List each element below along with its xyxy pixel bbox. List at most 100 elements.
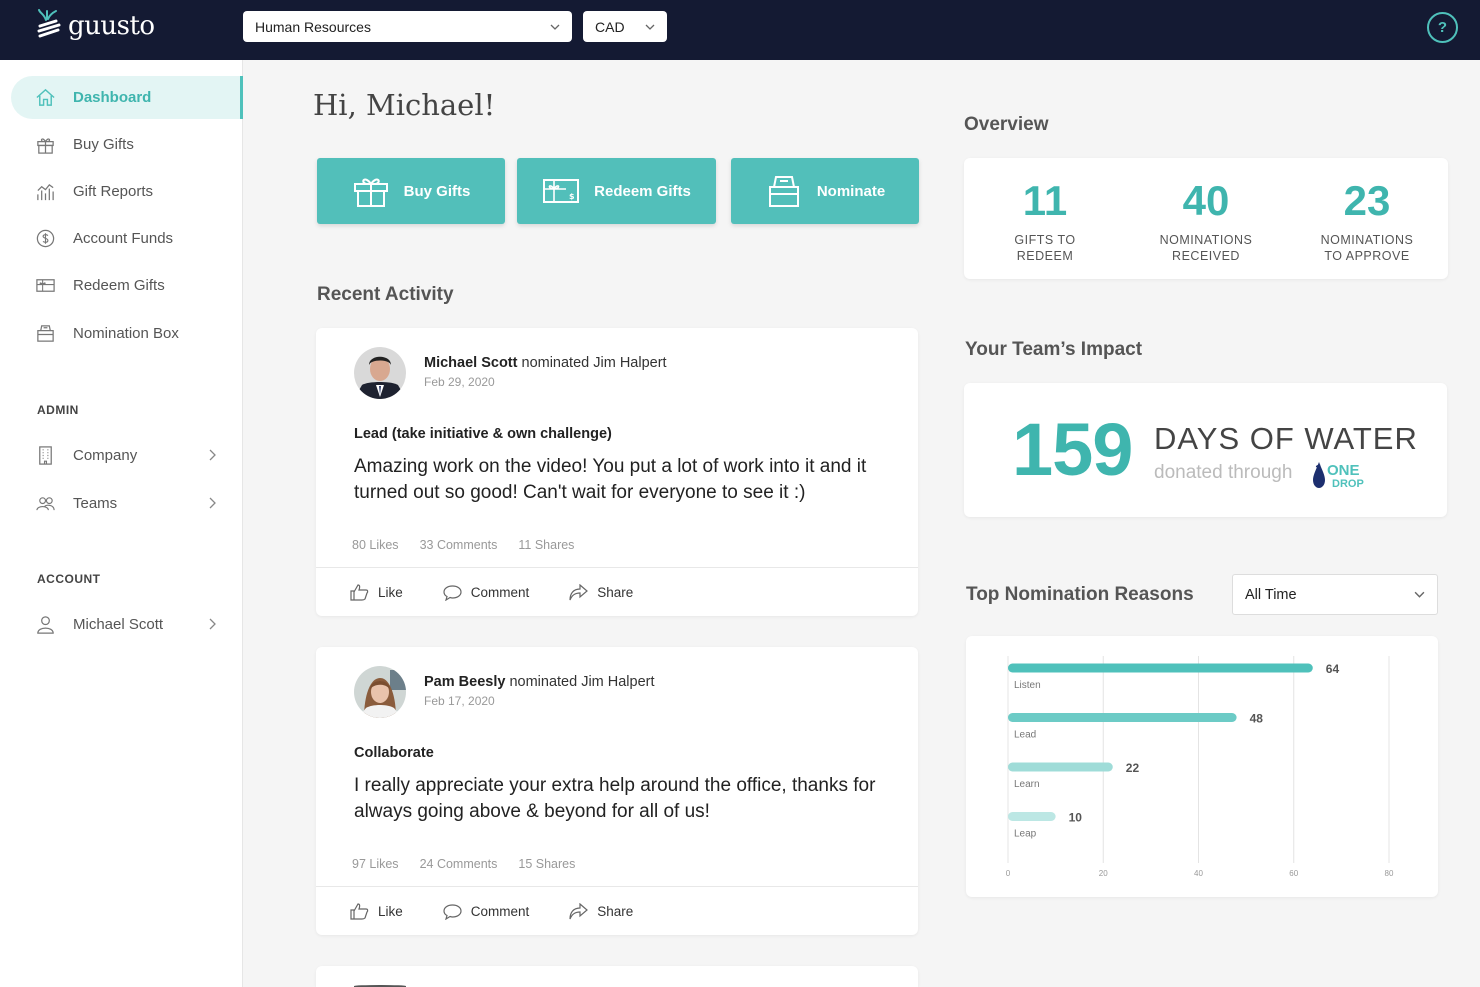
nominate-button[interactable]: Nominate	[731, 158, 919, 224]
sidebar-item-teams[interactable]: Teams	[11, 482, 243, 525]
share-button[interactable]: Share	[569, 903, 633, 920]
impact-subtext: donated through	[1154, 462, 1293, 483]
time-filter-select[interactable]: All Time	[1232, 574, 1438, 615]
redeem-gifts-button[interactable]: $ Redeem Gifts	[517, 158, 716, 224]
overview-card: 11 GIFTS TO REDEEM 40 NOMINATIONS RECEIVED…	[964, 158, 1448, 279]
x-tick-label: 80	[1385, 869, 1394, 878]
divider	[316, 886, 918, 887]
share-button[interactable]: Share	[569, 584, 633, 601]
thumbs-up-icon	[350, 584, 369, 601]
stat-value: 23	[1343, 177, 1391, 224]
sidebar-item-label: Dashboard	[73, 89, 152, 106]
button-label: Buy Gifts	[403, 182, 471, 200]
svg-text:$: $	[569, 192, 575, 201]
comment-label: Comment	[470, 904, 530, 919]
post-actions: Like Comment Share	[350, 584, 673, 601]
post-date: Feb 17, 2020	[424, 694, 495, 708]
one-drop-logo: 1 ONE DROP	[1313, 461, 1364, 490]
post-message: I really appreciate your extra help arou…	[354, 775, 876, 822]
bar-value-label: 64	[1326, 662, 1340, 676]
comments-count[interactable]: 24 Comments	[420, 857, 498, 871]
post-message: Amazing work on the video! You put a lot…	[354, 456, 867, 503]
box-icon	[768, 176, 799, 207]
time-filter-value: All Time	[1245, 586, 1297, 603]
stat-nominations-to-approve[interactable]: 23 NOMINATIONS TO APPROVE	[1297, 178, 1437, 264]
like-label: Like	[378, 585, 403, 600]
giftcard-icon	[34, 275, 56, 297]
likes-count[interactable]: 80 Likes	[352, 538, 399, 552]
avatar[interactable]	[354, 347, 406, 399]
sidebar-item-company[interactable]: Company	[11, 434, 243, 477]
chevron-down-icon	[1414, 591, 1425, 598]
sidebar-item-label: Company	[73, 447, 138, 464]
help-button[interactable]: ?	[1427, 12, 1458, 43]
button-label: Nominate	[816, 182, 886, 200]
home-icon	[34, 87, 56, 109]
x-tick-label: 20	[1099, 869, 1108, 878]
stat-value: 40	[1182, 177, 1230, 224]
stat-gifts-to-redeem[interactable]: 11 GIFTS TO REDEEM	[975, 178, 1115, 264]
post-stats: 97 Likes 24 Comments 15 Shares	[352, 857, 575, 871]
sidebar-item-label: Nomination Box	[73, 325, 179, 342]
post-author[interactable]: Michael Scott	[424, 355, 517, 371]
dollar-icon	[34, 228, 56, 250]
share-label: Share	[597, 585, 634, 600]
currency-select[interactable]: CAD	[583, 11, 667, 42]
sidebar: Dashboard Buy Gifts Gift Reports Account…	[0, 60, 243, 987]
sidebar-item-gift-reports[interactable]: Gift Reports	[11, 170, 243, 213]
account-section-label: ACCOUNT	[37, 572, 101, 586]
post-stats: 80 Likes 33 Comments 11 Shares	[352, 538, 574, 552]
sidebar-item-label: Michael Scott	[73, 616, 164, 633]
like-button[interactable]: Like	[350, 903, 403, 920]
sidebar-item-account-funds[interactable]: Account Funds	[11, 217, 243, 260]
top-bar: guusto Human Resources CAD ?	[0, 0, 1480, 60]
bar-category-label: Lead	[1014, 730, 1036, 741]
logo-icon	[37, 9, 61, 38]
sidebar-item-nomination-box[interactable]: Nomination Box	[11, 312, 243, 355]
sidebar-item-redeem-gifts[interactable]: Redeem Gifts	[11, 264, 243, 307]
bar-value-label: 22	[1126, 761, 1140, 775]
likes-count[interactable]: 97 Likes	[352, 857, 399, 871]
like-button[interactable]: Like	[350, 584, 403, 601]
chevron-down-icon	[550, 24, 560, 30]
like-label: Like	[378, 904, 403, 919]
sidebar-item-buy-gifts[interactable]: Buy Gifts	[11, 123, 243, 166]
box-icon	[34, 323, 56, 345]
bar-learn	[1008, 762, 1113, 772]
post-verb: nominated Jim Halpert	[521, 355, 667, 371]
comment-button[interactable]: Comment	[443, 903, 530, 920]
comment-button[interactable]: Comment	[443, 584, 530, 601]
sidebar-item-account-user[interactable]: Michael Scott	[11, 603, 243, 646]
sidebar-item-dashboard[interactable]: Dashboard	[11, 76, 243, 119]
recent-activity-title: Recent Activity	[317, 284, 454, 305]
x-tick-label: 0	[1006, 869, 1011, 878]
buy-gifts-button[interactable]: Buy Gifts	[317, 158, 505, 224]
thumbs-up-icon	[350, 903, 369, 920]
post-header: Pam Beesly nominated Jim Halpert	[424, 674, 655, 690]
post-reason: Collaborate	[354, 745, 434, 761]
sidebar-item-label: Redeem Gifts	[73, 277, 165, 294]
user-icon	[34, 614, 56, 636]
share-icon	[569, 584, 589, 601]
guusto-logo[interactable]: guusto	[34, 6, 155, 46]
department-value: Human Resources	[255, 18, 371, 35]
share-icon	[569, 903, 589, 920]
stat-label: NOMINATIONS TO APPROVE	[1320, 233, 1414, 263]
x-tick-label: 40	[1194, 869, 1203, 878]
x-tick-label: 60	[1289, 869, 1298, 878]
comment-icon	[443, 904, 462, 920]
comment-icon	[443, 585, 462, 601]
bar-listen	[1008, 663, 1313, 673]
stat-label: NOMINATIONS RECEIVED	[1159, 233, 1253, 263]
comment-label: Comment	[470, 585, 530, 600]
shares-count[interactable]: 15 Shares	[518, 857, 575, 871]
department-select[interactable]: Human Resources	[243, 11, 572, 42]
people-icon	[34, 493, 56, 515]
shares-count[interactable]: 11 Shares	[518, 538, 574, 552]
stat-nominations-received[interactable]: 40 NOMINATIONS RECEIVED	[1136, 178, 1276, 264]
stat-label: GIFTS TO REDEEM	[1014, 233, 1076, 263]
avatar[interactable]	[354, 666, 406, 718]
post-author[interactable]: Pam Beesly	[424, 674, 505, 690]
comments-count[interactable]: 33 Comments	[420, 538, 498, 552]
post-actions: Like Comment Share	[350, 903, 673, 920]
